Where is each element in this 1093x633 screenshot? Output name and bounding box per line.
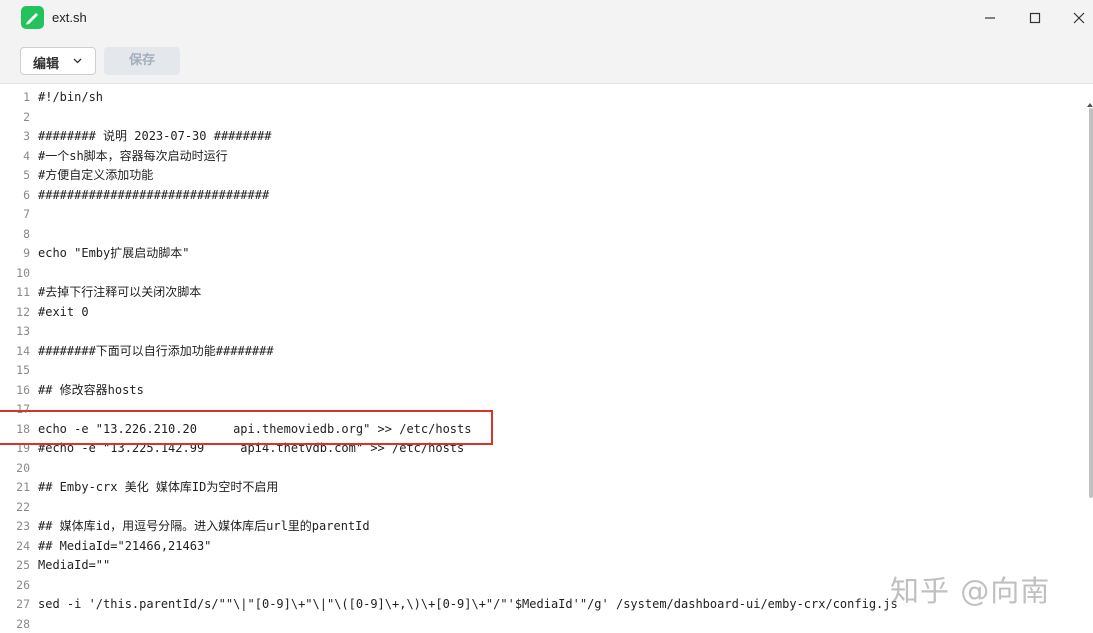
line-number: 11 (16, 285, 30, 299)
edit-button-label: 编辑 (33, 57, 60, 72)
code-line[interactable]: 7 (0, 205, 1080, 225)
line-number: 16 (16, 382, 30, 397)
code-line[interactable]: 3 ######## 说明 2023-07-30 ######## (0, 127, 1080, 147)
line-text: echo "Emby扩展启动脚本" (38, 246, 190, 260)
close-button[interactable] (1069, 8, 1089, 28)
line-number: 2 (23, 109, 30, 124)
code-editor[interactable]: 1 #!/bin/sh 2 3 ######## 说明 2023-07-30 #####… (0, 85, 1093, 633)
toolbar: 编辑 保存 (0, 38, 1093, 84)
maximize-icon (1029, 12, 1041, 24)
code-line[interactable]: 2 (0, 108, 1080, 128)
line-text: ########下面可以自行添加功能######## (38, 343, 274, 358)
line-number: 7 (23, 207, 30, 221)
minimize-icon (985, 17, 995, 19)
line-text: #方便自定义添加功能 (38, 168, 154, 182)
window-title: ext.sh (52, 10, 87, 25)
line-number: 12 (16, 304, 30, 319)
vertical-scrollbar[interactable] (1089, 108, 1093, 498)
code-line[interactable]: 23 ## 媒体库id，用逗号分隔。进入媒体库后url里的parentId (0, 517, 1080, 537)
code-line[interactable]: 21 ## Emby-crx 美化 媒体库ID为空时不启用 (0, 478, 1080, 498)
line-number: 27 (16, 597, 30, 611)
code-line[interactable]: 12 #exit 0 (0, 303, 1080, 323)
line-text: #!/bin/sh (38, 90, 104, 104)
line-number: 23 (16, 519, 30, 533)
code-line[interactable]: 15 (0, 361, 1080, 381)
line-number: 24 (16, 538, 30, 553)
line-number: 15 (16, 363, 30, 377)
line-number: 3 (23, 129, 30, 143)
line-text: sed -i '/this.parentId/s/""\|"[0-9]\+"\|… (38, 597, 898, 611)
line-number: 9 (23, 246, 30, 260)
highlight-annotation-box (0, 410, 493, 445)
line-number: 6 (23, 187, 30, 202)
line-text: #exit 0 (38, 304, 89, 319)
code-line[interactable]: 16 ## 修改容器hosts (0, 381, 1080, 401)
line-text: MediaId="" (38, 558, 111, 572)
code-line[interactable]: 22 (0, 498, 1080, 518)
line-number: 26 (16, 577, 30, 592)
code-line[interactable]: 13 (0, 322, 1080, 342)
line-number: 25 (16, 558, 30, 572)
line-number: 8 (23, 226, 30, 241)
line-number: 1 (23, 90, 30, 104)
code-line[interactable]: 5 #方便自定义添加功能 (0, 166, 1080, 186)
code-line[interactable]: 9 echo "Emby扩展启动脚本" (0, 244, 1080, 264)
text-editor-app-icon (21, 6, 44, 29)
line-text: #一个sh脚本，容器每次启动时运行 (38, 148, 228, 163)
line-text: ## 媒体库id，用逗号分隔。进入媒体库后url里的parentId (38, 519, 370, 533)
code-line[interactable]: 14 ########下面可以自行添加功能######## (0, 342, 1080, 362)
close-icon (1073, 12, 1085, 24)
line-number: 22 (16, 499, 30, 514)
line-number: 20 (16, 460, 30, 475)
maximize-button[interactable] (1025, 8, 1045, 28)
line-text: ######## 说明 2023-07-30 ######## (38, 129, 272, 143)
code-line[interactable]: 6 ################################ (0, 186, 1080, 206)
line-number: 13 (16, 324, 30, 338)
code-line[interactable]: 11 #去掉下行注释可以关闭次脚本 (0, 283, 1080, 303)
minimize-button[interactable] (980, 8, 1000, 28)
code-line[interactable]: 8 (0, 225, 1080, 245)
line-number: 5 (23, 168, 30, 182)
line-number: 14 (16, 343, 30, 358)
code-line[interactable]: 20 (0, 459, 1080, 479)
line-number: 10 (16, 265, 30, 280)
title-bar: ext.sh (0, 0, 1093, 38)
scroll-up-arrow-icon[interactable] (1087, 93, 1093, 107)
chevron-down-icon (73, 58, 82, 64)
code-line[interactable]: 24 ## MediaId="21466,21463" (0, 537, 1080, 557)
line-text: ## Emby-crx 美化 媒体库ID为空时不启用 (38, 480, 279, 494)
line-number: 28 (16, 616, 30, 631)
save-button[interactable]: 保存 (104, 47, 180, 75)
code-line[interactable]: 10 (0, 264, 1080, 284)
line-text: ## MediaId="21466,21463" (38, 538, 212, 553)
line-text: ## 修改容器hosts (38, 382, 144, 397)
watermark: 知乎 @向南 (890, 574, 1051, 608)
line-number: 4 (23, 148, 30, 163)
line-number: 21 (16, 480, 30, 494)
line-text: ################################ (38, 187, 270, 202)
code-line[interactable]: 4 #一个sh脚本，容器每次启动时运行 (0, 147, 1080, 167)
code-line[interactable]: 28 (0, 615, 1080, 633)
code-line[interactable]: 1 #!/bin/sh (0, 88, 1080, 108)
edit-dropdown-button[interactable]: 编辑 (20, 47, 96, 75)
line-text: #去掉下行注释可以关闭次脚本 (38, 285, 202, 299)
